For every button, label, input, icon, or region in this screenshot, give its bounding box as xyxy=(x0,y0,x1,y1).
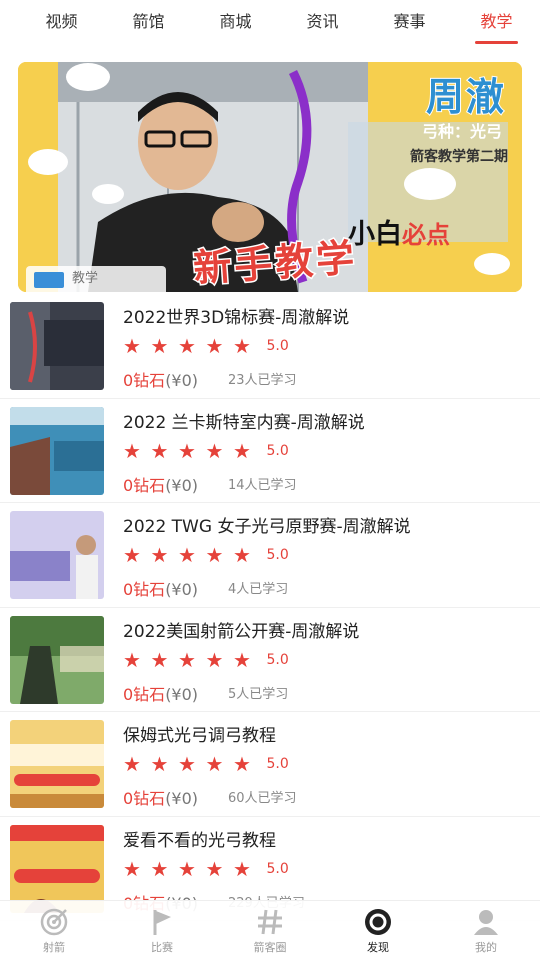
flag-icon xyxy=(153,910,171,935)
hashtag-icon xyxy=(258,909,282,935)
star-icon: ★ xyxy=(205,647,224,672)
course-thumbnail xyxy=(10,511,104,599)
star-icon: ★ xyxy=(178,752,196,776)
course-title: 2022 TWG 女子光弓原野赛-周澈解说 xyxy=(123,517,411,537)
course-thumbnail xyxy=(10,615,104,704)
nav-competition[interactable]: 比赛 xyxy=(108,901,216,960)
course-rating: 5.0 xyxy=(266,756,289,772)
bottom-nav: 射箭 比赛 箭客圈 发现 我的 xyxy=(0,900,540,960)
tab-events[interactable]: 赛事 xyxy=(366,0,453,46)
banner-bow-type: 弓种：光弓 xyxy=(421,122,502,141)
star-icon: ★ xyxy=(233,752,251,776)
course-title: 爱看不看的光弓教程 xyxy=(123,830,276,851)
course-rating: 5.0 xyxy=(266,860,289,877)
nav-mine[interactable]: 我的 xyxy=(432,901,540,960)
course-item[interactable]: 2022 兰卡斯特室内赛-周澈解说 ★ ★ ★ ★ ★ 5.0 0钻石(¥0) 14人已… xyxy=(0,399,540,503)
top-tab-bar: 视频 箭馆 商城 资讯 赛事 教学 xyxy=(0,0,540,46)
star-icon: ★ xyxy=(205,752,224,776)
course-learners: 5人已学习 xyxy=(228,686,289,702)
banner-headline: 新手教学 xyxy=(190,234,360,292)
banner-tagline: 小白必点 xyxy=(348,219,450,250)
star-icon: ★ xyxy=(233,334,251,358)
nav-discover[interactable]: 发现 xyxy=(324,901,432,960)
course-list: 2022世界3D锦标赛-周澈解说 ★ ★ ★ ★ ★ 5.0 0钻石(¥0) 23人已学… xyxy=(0,294,540,921)
course-title: 保姆式光弓调弓教程 xyxy=(123,726,276,746)
course-title: 2022美国射箭公开赛-周澈解说 xyxy=(123,621,360,642)
course-rating: 5.0 xyxy=(266,651,289,668)
star-icon: ★ xyxy=(178,647,196,672)
star-icon: ★ xyxy=(123,856,141,881)
star-icon: ★ xyxy=(150,856,169,881)
star-icon: ★ xyxy=(205,543,224,567)
course-item[interactable]: 保姆式光弓调弓教程 ★ ★ ★ ★ ★ 5.0 0钻石(¥0) 60人已学习 xyxy=(0,712,540,817)
course-item[interactable]: 2022 TWG 女子光弓原野赛-周澈解说 ★ ★ ★ ★ ★ 5.0 0钻石(¥0) … xyxy=(0,503,540,608)
star-icon: ★ xyxy=(123,438,141,463)
tab-archery-hall[interactable]: 箭馆 xyxy=(105,0,192,46)
course-item[interactable]: 2022世界3D锦标赛-周澈解说 ★ ★ ★ ★ ★ 5.0 0钻石(¥0) 23人已学… xyxy=(0,294,540,399)
course-price: 0钻石(¥0) xyxy=(123,789,199,808)
star-icon: ★ xyxy=(150,752,169,776)
star-icon: ★ xyxy=(178,543,196,567)
course-learners: 23人已学习 xyxy=(228,373,297,388)
star-icon: ★ xyxy=(178,334,196,358)
nav-archer-circle[interactable]: 箭客圈 xyxy=(216,901,324,960)
star-icon: ★ xyxy=(150,334,169,358)
course-learners: 4人已学习 xyxy=(228,582,289,597)
star-icon: ★ xyxy=(233,543,251,567)
course-rating-stars: ★ ★ ★ ★ ★ 5.0 xyxy=(123,441,289,461)
course-rating-stars: ★ ★ ★ ★ ★ 5.0 xyxy=(123,859,289,879)
course-price: 0钻石(¥0) xyxy=(123,371,199,390)
course-thumbnail xyxy=(10,302,104,390)
user-icon xyxy=(474,910,498,935)
course-title: 2022世界3D锦标赛-周澈解说 xyxy=(123,308,350,328)
tab-teaching[interactable]: 教学 xyxy=(453,0,540,46)
course-item[interactable]: 2022美国射箭公开赛-周澈解说 ★ ★ ★ ★ ★ 5.0 0钻石(¥0) 5人已学习 xyxy=(0,608,540,712)
course-thumbnail xyxy=(10,406,104,495)
course-rating-stars: ★ ★ ★ ★ ★ 5.0 xyxy=(123,545,289,565)
star-icon: ★ xyxy=(150,438,169,463)
course-thumbnail xyxy=(10,720,104,808)
course-price: 0钻石(¥0) xyxy=(123,580,199,599)
target-icon xyxy=(40,908,68,936)
banner-subtitle: 箭客教学第二期 xyxy=(410,149,508,165)
banner-brand-tag: 教学 xyxy=(26,266,166,292)
star-icon: ★ xyxy=(178,856,196,881)
discover-icon xyxy=(365,909,391,935)
star-icon: ★ xyxy=(150,647,169,672)
course-rating-stars: ★ ★ ★ ★ ★ 5.0 xyxy=(123,650,289,670)
course-rating-stars: ★ ★ ★ ★ ★ 5.0 xyxy=(123,754,289,774)
nav-archery[interactable]: 射箭 xyxy=(0,901,108,960)
star-icon: ★ xyxy=(233,438,251,463)
star-icon: ★ xyxy=(150,543,169,567)
course-price: 0钻石(¥0) xyxy=(123,475,199,495)
star-icon: ★ xyxy=(233,647,251,672)
star-icon: ★ xyxy=(123,543,141,567)
promo-banner[interactable]: 周澈 弓种：光弓 箭客教学第二期 小白必点 新手教学 教学 xyxy=(18,62,522,292)
course-learners: 14人已学习 xyxy=(228,477,297,493)
tab-shop[interactable]: 商城 xyxy=(192,0,279,46)
course-price: 0钻石(¥0) xyxy=(123,684,199,704)
star-icon: ★ xyxy=(123,334,141,358)
tab-news[interactable]: 资讯 xyxy=(279,0,366,46)
course-rating: 5.0 xyxy=(266,338,289,354)
star-icon: ★ xyxy=(178,438,196,463)
star-icon: ★ xyxy=(123,752,141,776)
course-rating-stars: ★ ★ ★ ★ ★ 5.0 xyxy=(123,336,289,356)
star-icon: ★ xyxy=(205,438,224,463)
star-icon: ★ xyxy=(123,647,141,672)
course-rating: 5.0 xyxy=(266,442,289,459)
course-rating: 5.0 xyxy=(266,547,289,563)
tab-video[interactable]: 视频 xyxy=(18,0,105,46)
banner-name: 周澈 xyxy=(425,74,506,120)
course-learners: 60人已学习 xyxy=(228,791,297,806)
star-icon: ★ xyxy=(233,856,251,881)
star-icon: ★ xyxy=(205,334,224,358)
star-icon: ★ xyxy=(205,856,224,881)
course-title: 2022 兰卡斯特室内赛-周澈解说 xyxy=(123,412,365,433)
brand-logo-icon xyxy=(34,272,64,288)
